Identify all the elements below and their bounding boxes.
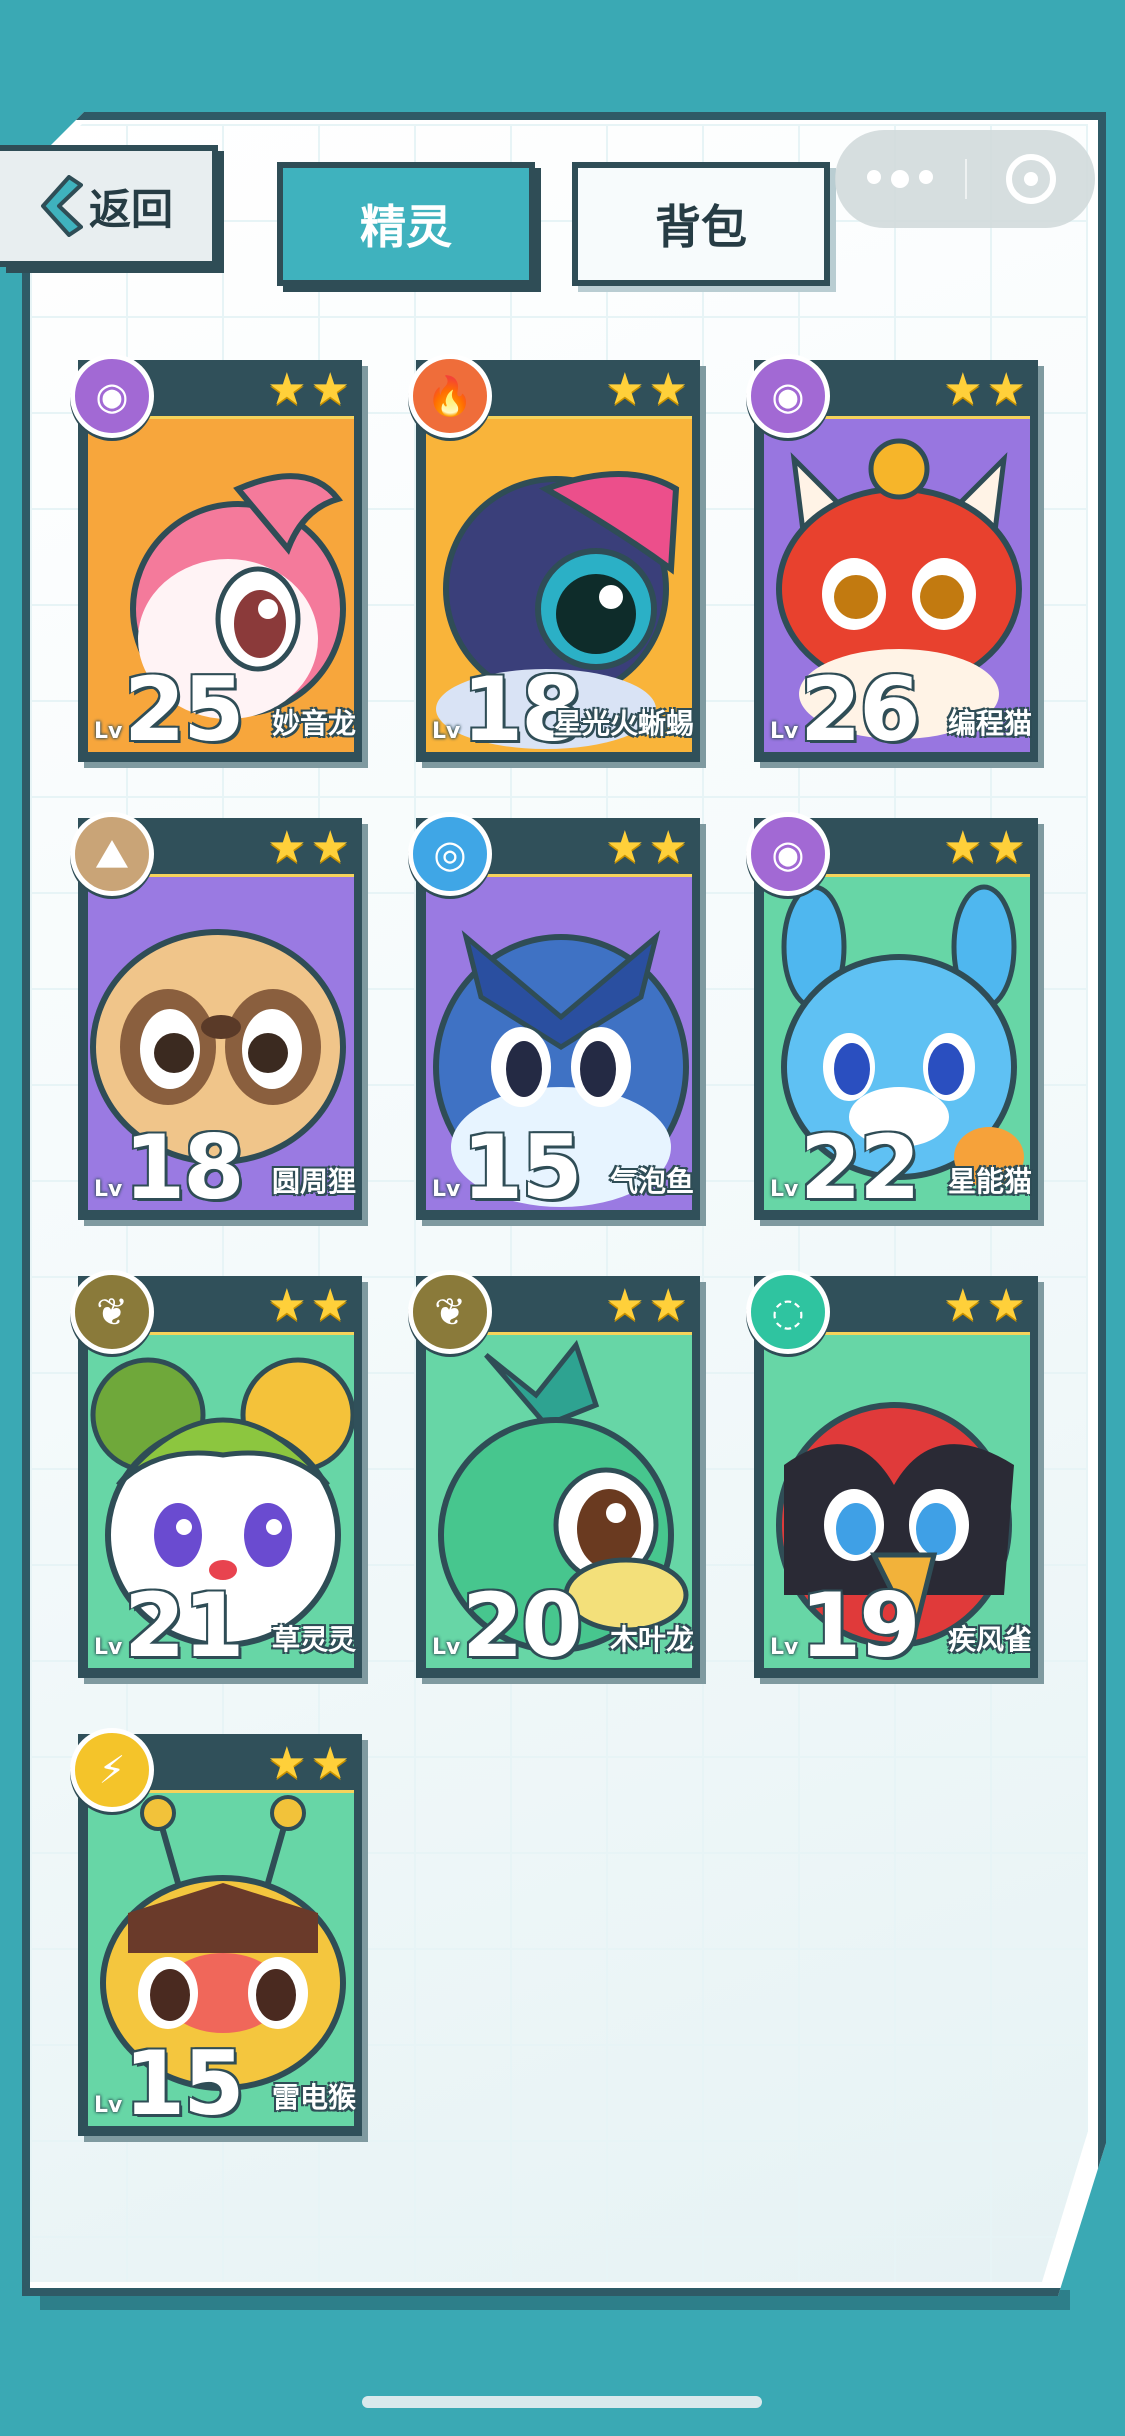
star-icon: ★	[648, 1280, 688, 1331]
leaf-icon: ❦	[70, 1270, 154, 1354]
level-prefix: Lv	[432, 1635, 461, 1660]
level-prefix: Lv	[94, 2093, 123, 2118]
spirit-card[interactable]: ★ ★ ◉ Lv 25 妙音龙	[70, 354, 368, 768]
level-prefix: Lv	[770, 1635, 799, 1660]
star-icon: ★	[648, 364, 688, 415]
level-prefix: Lv	[770, 719, 799, 744]
water-icon: ◎	[408, 812, 492, 896]
fire-icon: 🔥	[408, 354, 492, 438]
star-rating: ★ ★	[267, 368, 350, 412]
spirit-card[interactable]: ★ ★ ◌ Lv 19 疾风雀	[746, 1270, 1044, 1684]
spirit-card[interactable]: ★ ★ ⛰ Lv 18 圆周狸	[70, 812, 368, 1226]
psychic-eye-icon: ◉	[70, 354, 154, 438]
spirit-name: 星能猫	[947, 1165, 1032, 1198]
star-rating: ★ ★	[605, 1284, 688, 1328]
spirit-card[interactable]: ★ ★ ⚡ Lv 15 雷电猴	[70, 1728, 368, 2142]
star-rating: ★ ★	[943, 368, 1026, 412]
spirit-card[interactable]: ★ ★ ◉ Lv 26 编程猫	[746, 354, 1044, 768]
miniprogram-capsule	[835, 130, 1095, 228]
spirit-card[interactable]: ★ ★ ◉ Lv 22 星能猫	[746, 812, 1044, 1226]
star-icon: ★	[986, 822, 1026, 873]
leaf-icon: ❦	[408, 1270, 492, 1354]
star-icon: ★	[267, 822, 307, 873]
star-rating: ★ ★	[605, 826, 688, 870]
wind-icon: ◌	[746, 1270, 830, 1354]
star-icon: ★	[267, 1280, 307, 1331]
level-value: 15	[124, 2032, 244, 2135]
level-value: 22	[800, 1116, 920, 1219]
level-prefix: Lv	[770, 1177, 799, 1202]
spirit-card[interactable]: ★ ★ ❦ Lv 21 草灵灵	[70, 1270, 368, 1684]
level-prefix: Lv	[94, 719, 123, 744]
star-icon: ★	[605, 822, 645, 873]
star-icon: ★	[943, 822, 983, 873]
spirit-name: 草灵灵	[271, 1623, 356, 1656]
level-prefix: Lv	[432, 719, 461, 744]
star-icon: ★	[267, 364, 307, 415]
level-value: 20	[462, 1574, 582, 1677]
tab-spirits[interactable]: 精灵	[277, 162, 535, 286]
rock-icon: ⛰	[70, 812, 154, 896]
star-icon: ★	[605, 1280, 645, 1331]
spirit-card[interactable]: ★ ★ 🔥 Lv 18 星光火蜥蜴	[408, 354, 706, 768]
star-icon: ★	[310, 1738, 350, 1789]
level-value: 18	[124, 1116, 244, 1219]
star-icon: ★	[943, 364, 983, 415]
star-icon: ★	[310, 1280, 350, 1331]
spirit-name: 妙音龙	[271, 707, 356, 740]
chevron-left-icon	[39, 175, 83, 237]
star-icon: ★	[310, 364, 350, 415]
star-rating: ★ ★	[943, 826, 1026, 870]
spirit-name: 圆周狸	[271, 1165, 356, 1198]
spirit-name: 雷电猴	[271, 2081, 356, 2114]
star-icon: ★	[986, 364, 1026, 415]
target-icon	[1006, 154, 1056, 204]
star-icon: ★	[986, 1280, 1026, 1331]
star-rating: ★ ★	[267, 1742, 350, 1786]
back-label: 返回	[88, 184, 173, 234]
level-prefix: Lv	[432, 1177, 461, 1202]
star-icon: ★	[648, 822, 688, 873]
close-miniprogram-button[interactable]	[967, 154, 1095, 204]
star-icon: ★	[267, 1738, 307, 1789]
level-value: 15	[462, 1116, 582, 1219]
level-value: 21	[124, 1574, 244, 1677]
star-rating: ★ ★	[267, 1284, 350, 1328]
star-icon: ★	[310, 822, 350, 873]
level-value: 26	[800, 658, 920, 761]
lightning-icon: ⚡	[70, 1728, 154, 1812]
star-icon: ★	[943, 1280, 983, 1331]
level-prefix: Lv	[94, 1635, 123, 1660]
spirit-name: 疾风雀	[947, 1623, 1032, 1656]
psychic-eye-icon: ◉	[746, 812, 830, 896]
level-value: 19	[800, 1574, 920, 1677]
star-rating: ★ ★	[943, 1284, 1026, 1328]
spirit-card[interactable]: ★ ★ ◎ Lv 15 气泡鱼	[408, 812, 706, 1226]
level-value: 25	[124, 658, 244, 761]
home-indicator[interactable]	[362, 2396, 762, 2408]
spirit-name: 编程猫	[947, 707, 1032, 740]
tab-backpack[interactable]: 背包	[572, 162, 830, 286]
spirit-name: 星光火蜥蜴	[553, 707, 694, 740]
spirit-card[interactable]: ★ ★ ❦ Lv 20 木叶龙	[408, 1270, 706, 1684]
psychic-eye-icon: ◉	[746, 354, 830, 438]
back-button[interactable]: 返回	[0, 145, 218, 267]
star-rating: ★ ★	[605, 368, 688, 412]
more-icon[interactable]	[835, 170, 965, 188]
star-rating: ★ ★	[267, 826, 350, 870]
spirit-name: 木叶龙	[609, 1623, 694, 1656]
star-icon: ★	[605, 364, 645, 415]
spirit-name: 气泡鱼	[609, 1165, 694, 1198]
level-prefix: Lv	[94, 1177, 123, 1202]
